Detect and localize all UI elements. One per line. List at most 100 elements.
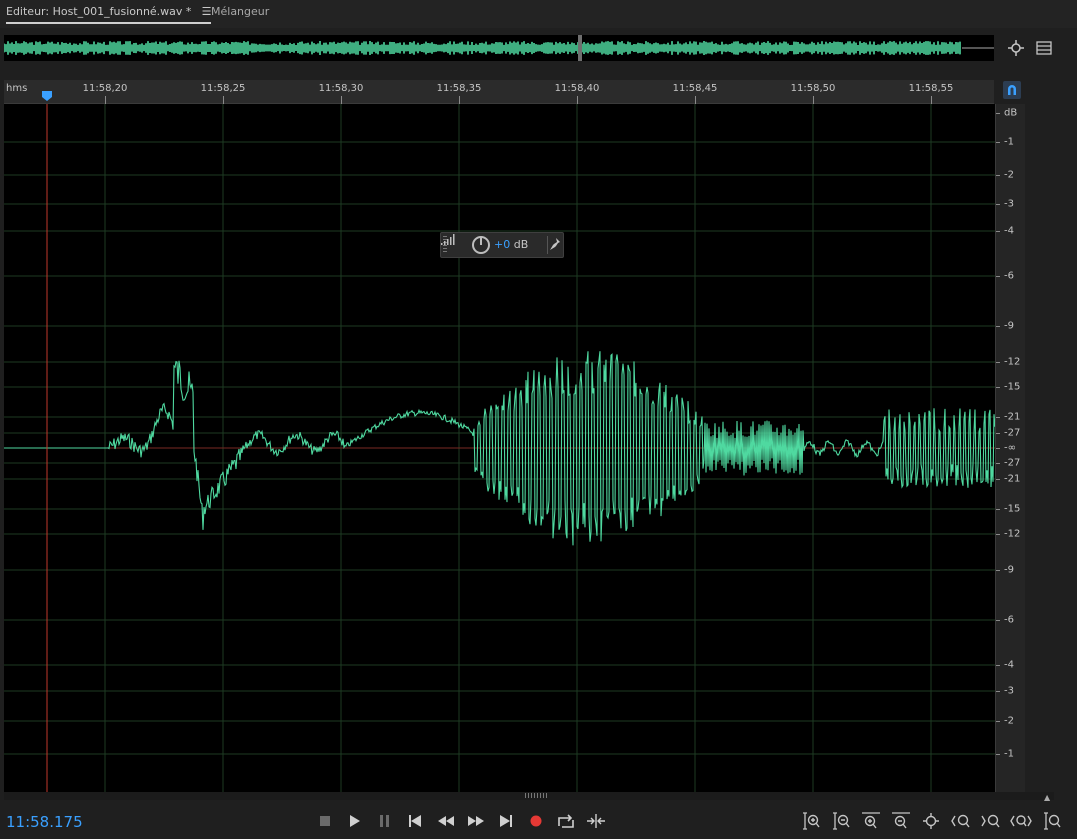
overview-waveform-path: [4, 41, 961, 55]
level-bars-icon: [441, 234, 455, 245]
skip-start-icon[interactable]: [404, 810, 426, 832]
zoom-selection-icon[interactable]: [1009, 810, 1033, 832]
db-tick-mark: [996, 204, 1000, 205]
hud-separator: [547, 236, 548, 254]
db-label: -21: [1004, 411, 1021, 423]
ruler-tick-mark: [105, 96, 106, 104]
tab-editor[interactable]: Editeur: Host_001_fusionné.wav * ☰: [6, 4, 212, 24]
db-unit-label: dB: [1004, 107, 1018, 119]
ruler-tick-mark: [931, 96, 932, 104]
db-label: -12: [1004, 528, 1021, 540]
zoom-in-time-icon[interactable]: [859, 810, 883, 832]
hud-value-unit: dB: [513, 238, 529, 251]
db-label: -6: [1004, 270, 1014, 282]
db-tick-mark: [996, 691, 1000, 692]
ruler-tick-label: 11:58,45: [672, 83, 718, 94]
scroll-up-arrow-icon[interactable]: ▲: [1044, 793, 1050, 802]
zoom-reset-icon[interactable]: [1041, 810, 1065, 832]
hud-value-number: +0: [494, 238, 511, 251]
ruler-tick-mark: [341, 96, 342, 104]
waveform-overview[interactable]: [4, 35, 994, 61]
skip-end-icon[interactable]: [495, 810, 517, 832]
rewind-icon[interactable]: [435, 810, 457, 832]
db-tick-mark: [996, 142, 1000, 143]
amplitude-hud[interactable]: +0 dB: [440, 232, 564, 258]
ruler-tick-label: 11:58,40: [554, 83, 600, 94]
db-label: -27: [1004, 457, 1021, 469]
tab-mixer[interactable]: Mélangeur: [211, 4, 269, 24]
db-label: -2: [1004, 169, 1014, 181]
list-icon[interactable]: [1033, 37, 1055, 59]
ruler-tick-mark: [577, 96, 578, 104]
db-tick-mark: [996, 387, 1000, 388]
db-scale[interactable]: dB -1 -2 -3 -4 -6 -9 -12 -15 -21 -27 -∞ -27 -21 -15 -12…: [995, 104, 1025, 792]
db-tick-mark: [996, 433, 1000, 434]
horizontal-scrollbar[interactable]: [4, 792, 1054, 800]
ruler-unit: hms: [6, 83, 28, 94]
db-tick-mark: [996, 754, 1000, 755]
db-tick-mark: [996, 509, 1000, 510]
db-tick-mark: [996, 479, 1000, 480]
db-tick-mark: [996, 276, 1000, 277]
playhead-handle[interactable]: [42, 91, 52, 101]
vertical-zoom-area: [1025, 104, 1077, 792]
db-tick-mark: [996, 362, 1000, 363]
db-label: -4: [1004, 659, 1014, 671]
db-label: -27: [1004, 427, 1021, 439]
db-label: -3: [1004, 685, 1014, 697]
db-label: -4: [1004, 225, 1014, 237]
hud-value[interactable]: +0 dB: [494, 238, 528, 251]
zoom-out-point-icon[interactable]: [979, 810, 1003, 832]
ruler-tick-label: 11:58,50: [790, 83, 836, 94]
db-tick-mark: [996, 113, 1000, 114]
record-icon[interactable]: [525, 810, 547, 832]
magnet-icon[interactable]: [1003, 81, 1021, 99]
db-tick-mark: [996, 665, 1000, 666]
db-label: -12: [1004, 356, 1021, 368]
db-label: -6: [1004, 614, 1014, 626]
db-tick-mark: [996, 570, 1000, 571]
skip-selection-icon[interactable]: [585, 810, 607, 832]
pause-icon[interactable]: [374, 810, 396, 832]
zoom-full-icon[interactable]: [919, 810, 943, 832]
db-label: -21: [1004, 473, 1021, 485]
volume-knob[interactable]: [472, 236, 490, 254]
ruler-tick-label: 11:58,55: [908, 83, 954, 94]
stop-icon[interactable]: [314, 810, 336, 832]
ruler-tick-label: 11:58,20: [82, 83, 128, 94]
fast-forward-icon[interactable]: [465, 810, 487, 832]
zoom-out-amplitude-icon[interactable]: [829, 810, 853, 832]
waveform-display[interactable]: +0 dB: [4, 104, 995, 792]
ruler-tick-mark: [459, 96, 460, 104]
current-time-display[interactable]: 11:58.175: [6, 813, 83, 831]
db-tick-mark: [996, 231, 1000, 232]
overview-waveform: [4, 35, 994, 61]
ruler-tick-mark: [223, 96, 224, 104]
db-tick-mark: [996, 417, 1000, 418]
overview-viewport-marker[interactable]: [578, 35, 582, 61]
ruler-tick-label: 11:58,25: [200, 83, 246, 94]
tab-bar: Editeur: Host_001_fusionné.wav * ☰ Mélan…: [0, 0, 1077, 28]
db-tick-mark: [996, 463, 1000, 464]
db-label: -3: [1004, 198, 1014, 210]
time-ruler[interactable]: hms 11:58,20 11:58,25 11:58,30 11:58,35 11:5…: [4, 80, 994, 104]
zoom-in-amplitude-icon[interactable]: [799, 810, 823, 832]
ruler-tick-label: 11:58,30: [318, 83, 364, 94]
db-tick-mark: [996, 620, 1000, 621]
tab-editor-label: Editeur: Host_001_fusionné.wav *: [6, 5, 192, 18]
db-tick-mark: [996, 326, 1000, 327]
db-tick-mark: [996, 175, 1000, 176]
ruler-tick-mark: [695, 96, 696, 104]
db-label-center: -∞: [1004, 442, 1016, 454]
zoom-nav-icon[interactable]: [1005, 37, 1027, 59]
db-label: -2: [1004, 715, 1014, 727]
scroll-grip-icon[interactable]: [525, 793, 549, 798]
db-label: -15: [1004, 503, 1021, 515]
tab-menu-icon[interactable]: ☰: [202, 4, 212, 20]
zoom-out-time-icon[interactable]: [889, 810, 913, 832]
play-icon[interactable]: [344, 810, 366, 832]
db-label: -9: [1004, 564, 1014, 576]
zoom-in-point-icon[interactable]: [949, 810, 973, 832]
db-label: -1: [1004, 136, 1014, 148]
loop-icon[interactable]: [555, 810, 577, 832]
